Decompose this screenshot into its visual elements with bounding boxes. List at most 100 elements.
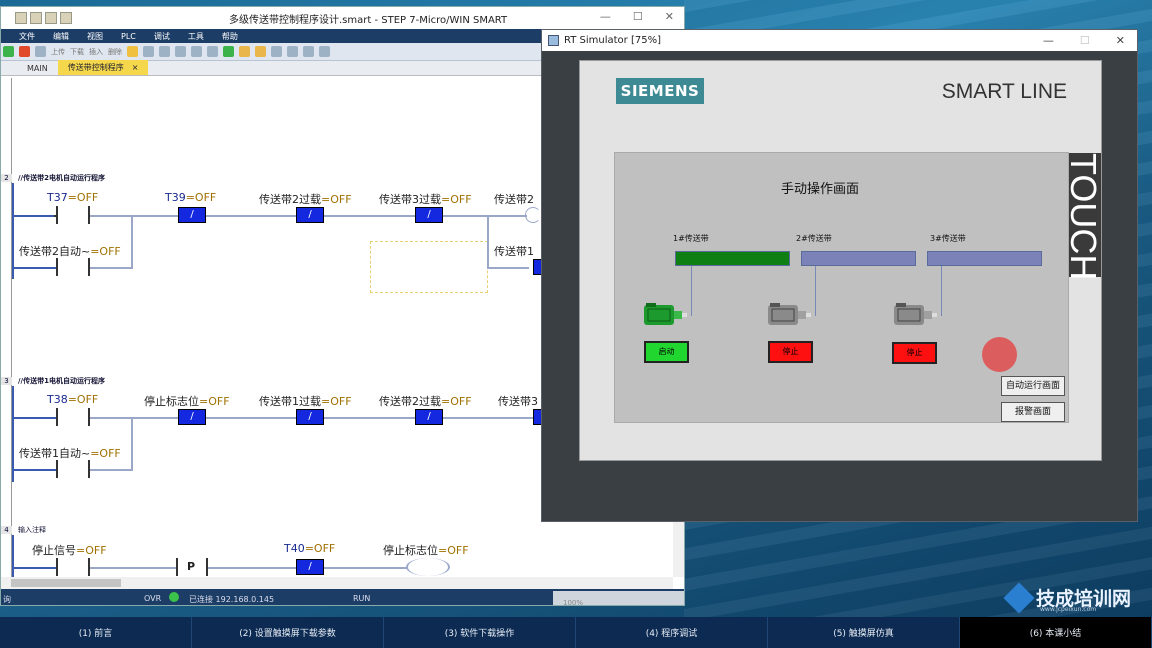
- rung-wire: [14, 215, 54, 217]
- menu-view[interactable]: 视图: [87, 31, 103, 42]
- close-icon[interactable]: ✕: [665, 10, 674, 23]
- tab-main[interactable]: MAIN: [17, 62, 58, 75]
- lesson-item-4[interactable]: (4) 程序调试: [576, 617, 768, 648]
- lesson-item-6[interactable]: (6) 本课小结: [960, 617, 1152, 648]
- contact-no-stop-signal[interactable]: [56, 558, 58, 576]
- menu-debug[interactable]: 调试: [154, 31, 170, 42]
- line-down-icon[interactable]: [287, 46, 298, 57]
- network-comment[interactable]: //传送带1电机自动运行程序: [18, 376, 105, 386]
- contact-no-t37[interactable]: [56, 206, 58, 224]
- line-right-icon[interactable]: [319, 46, 330, 57]
- output-coil-stop-flag[interactable]: [406, 558, 450, 576]
- coil-icon[interactable]: [175, 46, 186, 57]
- hmi-panel: SIEMENS SMART LINE TOUCH 手动操作画面 1#传送带 启动…: [579, 60, 1104, 461]
- coil-label-stop-flag: 停止标志位=OFF: [383, 544, 469, 557]
- branch-wire: [487, 215, 489, 269]
- delete-button[interactable]: 删除: [108, 47, 122, 57]
- ovr-indicator: OVR: [144, 594, 162, 603]
- contact-no-belt1-auto[interactable]: [56, 460, 58, 478]
- contact-icon[interactable]: [159, 46, 170, 57]
- menu-help[interactable]: 帮助: [222, 31, 238, 42]
- insert-button[interactable]: 插入: [89, 47, 103, 57]
- download-button[interactable]: 下载: [70, 47, 84, 57]
- contact-nc-belt1-overload[interactable]: /: [296, 409, 324, 425]
- lesson-item-3[interactable]: (3) 软件下载操作: [384, 617, 576, 648]
- lesson-item-5[interactable]: (5) 触摸屏仿真: [768, 617, 960, 648]
- positive-edge-contact[interactable]: P: [187, 560, 195, 573]
- maximize-icon[interactable]: ☐: [633, 10, 643, 23]
- simulator-app-icon: [548, 35, 559, 46]
- minimize-icon[interactable]: —: [1043, 34, 1054, 47]
- window-controls: — ☐ ✕: [1043, 34, 1125, 47]
- contact-nc-belt2-overload-n3[interactable]: /: [415, 409, 443, 425]
- rung-wire: [206, 215, 296, 217]
- branch-wire: [131, 215, 133, 269]
- quick-access-toolbar: [15, 12, 72, 24]
- belt-1-start-button[interactable]: 启动: [644, 341, 689, 363]
- menu-file[interactable]: 文件: [19, 31, 35, 42]
- box-icon[interactable]: [191, 46, 202, 57]
- network-comment[interactable]: 输入注释: [18, 525, 46, 535]
- upload-button[interactable]: 上传: [51, 47, 65, 57]
- auto-run-screen-button[interactable]: 自动运行画面: [1001, 376, 1065, 396]
- rung-wire: [324, 215, 415, 217]
- minimize-icon[interactable]: —: [600, 10, 611, 23]
- tab-belt-control[interactable]: 传送带控制程序 ×: [57, 60, 149, 75]
- compile-icon[interactable]: [35, 46, 46, 57]
- brand-logo-icon: [1003, 581, 1035, 614]
- save-icon[interactable]: [45, 12, 57, 24]
- alarm-screen-button[interactable]: 报警画面: [1001, 402, 1065, 422]
- motor-3-icon: [894, 303, 937, 325]
- contact-no-t38[interactable]: [56, 408, 58, 426]
- output-coil-belt2[interactable]: [525, 207, 541, 223]
- zoom-control[interactable]: 100%: [553, 591, 684, 606]
- stop-icon[interactable]: [19, 46, 30, 57]
- belt-3-link: [941, 266, 942, 316]
- power-rail: [12, 183, 14, 279]
- status-icon[interactable]: [143, 46, 154, 57]
- connection-status-icon: [169, 592, 179, 602]
- open-file-icon[interactable]: [30, 12, 42, 24]
- contact-p-left: [176, 558, 178, 576]
- menu-edit[interactable]: 编辑: [53, 31, 69, 42]
- arrow-icon[interactable]: [223, 46, 234, 57]
- run-status: RUN: [353, 594, 371, 603]
- print-icon[interactable]: [60, 12, 72, 24]
- belt-2-stop-button[interactable]: 停止: [768, 341, 813, 363]
- line-left-icon[interactable]: [303, 46, 314, 57]
- zoom-level: 100%: [563, 599, 584, 606]
- close-tab-icon[interactable]: ×: [132, 63, 139, 72]
- scroll-thumb[interactable]: [11, 579, 121, 587]
- contact-label-stop-signal: 停止信号=OFF: [32, 544, 107, 557]
- branch-icon[interactable]: [207, 46, 218, 57]
- rung-wire: [324, 567, 408, 569]
- maximize-icon[interactable]: ☐: [1080, 34, 1090, 47]
- lock-icon[interactable]: [239, 46, 250, 57]
- hmi-screen[interactable]: 手动操作画面 1#传送带 启动 2#传送带 停止 3#传送带 停止 自动运行画面…: [614, 152, 1069, 423]
- contact-no-belt2-auto[interactable]: [56, 258, 58, 276]
- rung-wire: [443, 215, 527, 217]
- horizontal-scrollbar[interactable]: [1, 577, 673, 589]
- run-icon[interactable]: [3, 46, 14, 57]
- belt-3-stop-button[interactable]: 停止: [892, 342, 937, 364]
- lesson-item-2[interactable]: (2) 设置触摸屏下载参数: [192, 617, 384, 648]
- menu-plc[interactable]: PLC: [121, 32, 136, 41]
- contact-label-belt2-overload: 传送带2过载=OFF: [259, 193, 352, 206]
- line-up-icon[interactable]: [271, 46, 282, 57]
- status-bar: 询 OVR 已连接 192.168.0.145 RUN 100%: [1, 589, 684, 606]
- contact-nc-stop-flag[interactable]: /: [178, 409, 206, 425]
- unlock-icon[interactable]: [255, 46, 266, 57]
- siemens-logo: SIEMENS: [616, 78, 704, 104]
- menu-tools[interactable]: 工具: [188, 31, 204, 42]
- close-icon[interactable]: ✕: [1116, 34, 1125, 47]
- lesson-item-1[interactable]: (1) 前言: [0, 617, 192, 648]
- contact-nc-t40[interactable]: /: [296, 559, 324, 575]
- new-file-icon[interactable]: [15, 12, 27, 24]
- contact-nc-belt2-overload[interactable]: /: [296, 207, 324, 223]
- touch-label: TOUCH: [1063, 153, 1104, 281]
- network-comment[interactable]: //传送带2电机自动运行程序: [18, 173, 105, 183]
- belt-2-label: 2#传送带: [796, 234, 832, 243]
- contact-nc-t39[interactable]: /: [178, 207, 206, 223]
- monitor-icon[interactable]: [127, 46, 138, 57]
- contact-nc-belt3-overload[interactable]: /: [415, 207, 443, 223]
